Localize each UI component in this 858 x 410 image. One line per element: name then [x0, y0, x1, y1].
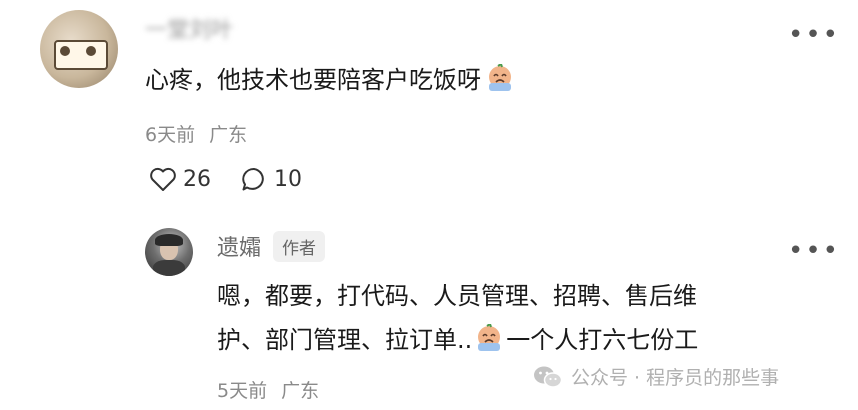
- reply-text-line2: 护、部门管理、拉订单.. 一个人打六七份工: [217, 318, 698, 362]
- wechat-icon: [534, 366, 563, 388]
- crying-emoji-icon: [489, 64, 511, 91]
- reply-count: 10: [274, 166, 302, 192]
- author-badge: 作者: [273, 230, 326, 262]
- reply-author-name[interactable]: 遗孀: [217, 230, 261, 262]
- crying-emoji-icon: [478, 324, 501, 351]
- comment-text-block: 心疼，他技术也要陪客户吃饭呀: [145, 58, 515, 102]
- commenter-name[interactable]: 一堂刘叶: [145, 12, 233, 44]
- reply-author-avatar[interactable]: [145, 228, 193, 276]
- comment-location: 广东: [209, 124, 248, 146]
- reply-time: 5天前: [217, 380, 268, 402]
- reply-more-button[interactable]: •••: [788, 238, 840, 264]
- heart-icon: [150, 167, 176, 191]
- reply-text-line2-start: 护、部门管理、拉订单..: [217, 326, 473, 354]
- comment-meta: 6天前 广东: [145, 120, 247, 147]
- reply-location: 广东: [281, 380, 320, 402]
- reply-author-row: 遗孀 作者: [217, 230, 326, 262]
- reply-meta: 5天前 广东: [217, 376, 319, 403]
- comment-more-button[interactable]: •••: [788, 22, 840, 48]
- comment-bubble-icon: [242, 167, 264, 191]
- reply-text-block: 嗯，都要，打代码、人员管理、招聘、售后维 护、部门管理、拉订单.. 一个人打六七…: [217, 274, 698, 362]
- watermark-text: 公众号 · 程序员的那些事: [571, 367, 780, 389]
- comment-like-button[interactable]: 26: [149, 166, 211, 192]
- watermark: 公众号 · 程序员的那些事: [533, 363, 779, 390]
- comment-time: 6天前: [145, 124, 196, 146]
- commenter-avatar[interactable]: [40, 10, 118, 88]
- comment-reply-button[interactable]: 10: [240, 166, 302, 192]
- reply-text-line2-end: 一个人打六七份工: [506, 326, 699, 354]
- like-count: 26: [183, 166, 211, 192]
- comment-text: 心疼，他技术也要陪客户吃饭呀: [145, 66, 481, 94]
- reply-text-line1: 嗯，都要，打代码、人员管理、招聘、售后维: [217, 282, 697, 310]
